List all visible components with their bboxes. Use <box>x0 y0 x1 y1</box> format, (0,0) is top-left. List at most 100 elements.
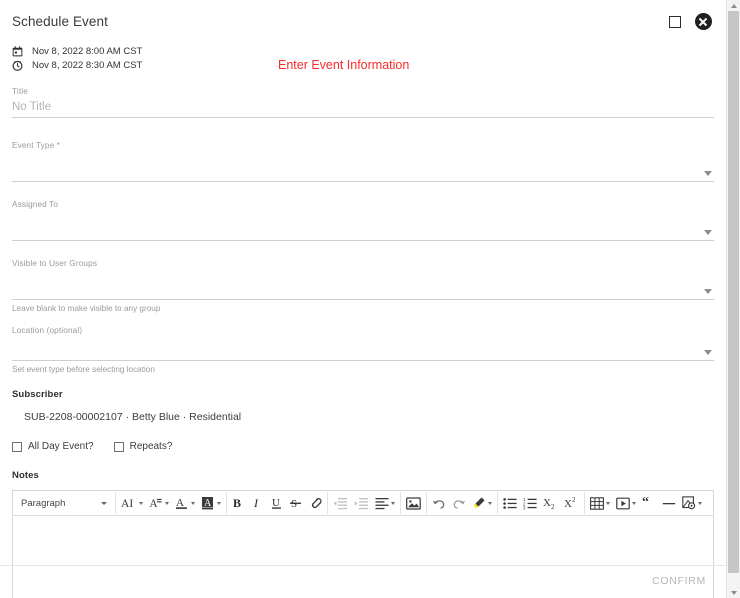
chevron-down-icon <box>632 501 636 505</box>
svg-text:S: S <box>291 498 297 510</box>
bold-icon[interactable]: B <box>229 492 248 514</box>
paragraph-style-select[interactable]: Paragraph <box>15 492 113 514</box>
numbered-list-icon[interactable]: 1 2 3 <box>520 492 540 514</box>
align-icon[interactable] <box>372 492 398 514</box>
chevron-down-icon <box>165 501 169 505</box>
instruction-banner: Enter Event Information <box>278 58 410 72</box>
chevron-down-icon <box>606 501 610 505</box>
event-type-select[interactable] <box>12 151 714 182</box>
redo-icon[interactable] <box>449 492 469 514</box>
template-icon[interactable] <box>679 492 705 514</box>
outdent-icon[interactable] <box>330 492 351 514</box>
all-day-event-checkbox[interactable]: All Day Event? <box>12 441 94 452</box>
subscript-icon[interactable]: X 2 <box>540 492 561 514</box>
font-family-icon[interactable]: A <box>146 492 172 514</box>
svg-text:I: I <box>253 496 259 510</box>
toolbar-divider <box>426 492 427 514</box>
dialog-header: Schedule Event <box>0 0 726 36</box>
toolbar-divider <box>400 492 401 514</box>
title-label: Title <box>12 87 28 96</box>
chevron-down-icon <box>139 501 143 505</box>
clock-icon <box>12 60 23 71</box>
editor-toolbar: Paragraph AI A A A B I U S 1 2 3 X 2 X 2… <box>13 491 713 516</box>
confirm-button[interactable]: CONFIRM <box>646 574 712 588</box>
header-actions <box>669 13 712 30</box>
media-icon[interactable] <box>613 492 639 514</box>
highlight-icon[interactable] <box>469 492 495 514</box>
paragraph-style-value: Paragraph <box>21 497 66 509</box>
horizontal-rule-icon[interactable] <box>659 492 679 514</box>
toolbar-divider <box>327 492 328 514</box>
location-helper: Set event type before selecting location <box>12 365 155 374</box>
visible-groups-select[interactable] <box>12 269 714 300</box>
chevron-down-icon[interactable] <box>704 350 712 355</box>
chevron-down-icon[interactable] <box>704 230 712 235</box>
event-form: Title Event Type * Assigned To Visible t… <box>0 68 726 598</box>
subscriber-label: Subscriber <box>12 389 63 400</box>
checkbox-box-icon[interactable] <box>113 441 124 452</box>
checkbox-box-icon[interactable] <box>12 441 22 452</box>
dialog-title: Schedule Event <box>12 14 108 29</box>
indent-icon[interactable] <box>351 492 372 514</box>
toolbar-divider <box>584 492 585 514</box>
link-icon[interactable] <box>305 492 325 514</box>
background-color-icon[interactable]: A <box>198 492 224 514</box>
start-datetime-row: Nov 8, 2022 8:00 AM CST <box>12 46 142 57</box>
subscriber-value: SUB-2208-00002107 · Betty Blue · Residen… <box>24 411 242 423</box>
toolbar-divider <box>115 492 116 514</box>
chevron-down-icon[interactable] <box>704 289 712 294</box>
dialog-footer: CONFIRM <box>0 565 726 598</box>
svg-text:A: A <box>204 498 212 509</box>
scroll-down-arrow-icon[interactable] <box>727 587 740 598</box>
event-datetime-block: Nov 8, 2022 8:00 AM CST Nov 8, 2022 8:30… <box>0 38 726 72</box>
blockquote-icon[interactable]: “ <box>639 492 659 514</box>
svg-text:2: 2 <box>551 503 555 510</box>
title-input[interactable] <box>12 99 714 118</box>
bullet-list-icon[interactable] <box>500 492 520 514</box>
assigned-to-field-group: Assigned To <box>12 199 714 241</box>
font-size-icon[interactable]: AI <box>118 492 146 514</box>
toolbar-divider <box>497 492 498 514</box>
svg-text:X: X <box>543 497 551 509</box>
location-field-group: Location (optional) Set event type befor… <box>12 325 714 375</box>
notes-label: Notes <box>12 470 39 481</box>
svg-text:AI: AI <box>121 498 133 510</box>
svg-text:A: A <box>150 498 158 510</box>
table-icon[interactable] <box>587 492 613 514</box>
chevron-down-icon <box>698 501 702 505</box>
text-color-icon[interactable]: A <box>172 492 198 514</box>
assigned-to-select[interactable] <box>12 210 714 241</box>
image-icon[interactable] <box>403 492 424 514</box>
svg-text:U: U <box>272 497 280 509</box>
all-day-event-label: All Day Event? <box>28 441 94 452</box>
event-type-field-group: Event Type * <box>12 140 714 182</box>
start-datetime-text: Nov 8, 2022 8:00 AM CST <box>32 46 143 57</box>
location-select[interactable] <box>12 336 714 361</box>
scroll-up-arrow-icon[interactable] <box>727 0 740 11</box>
chevron-down-icon <box>391 501 395 505</box>
chevron-down-icon <box>488 501 492 505</box>
strikethrough-icon[interactable]: S <box>286 492 305 514</box>
superscript-icon[interactable]: X 2 <box>561 492 582 514</box>
underline-icon[interactable]: U <box>267 492 286 514</box>
chevron-down-icon[interactable] <box>704 171 712 176</box>
close-icon[interactable] <box>695 13 712 30</box>
scrollbar-thumb[interactable] <box>728 11 739 573</box>
repeats-label: Repeats? <box>129 441 173 452</box>
italic-icon[interactable]: I <box>248 492 267 514</box>
visible-groups-helper: Leave blank to make visible to any group <box>12 304 161 313</box>
assigned-to-label: Assigned To <box>12 200 59 209</box>
chevron-down-icon <box>101 501 107 505</box>
toolbar-divider <box>226 492 227 514</box>
end-datetime-row: Nov 8, 2022 8:30 AM CST <box>12 60 142 71</box>
chevron-down-icon <box>217 501 221 505</box>
repeats-checkbox[interactable]: Repeats? <box>113 441 173 452</box>
event-options-row: All Day Event? Repeats? <box>12 441 714 452</box>
subscriber-block: Subscriber SUB-2208-00002107 · Betty Blu… <box>12 389 714 423</box>
undo-icon[interactable] <box>429 492 449 514</box>
svg-text:X: X <box>564 498 572 510</box>
maximize-icon[interactable] <box>669 15 681 28</box>
visible-groups-label: Visible to User Groups <box>12 259 98 268</box>
calendar-icon <box>12 46 23 57</box>
page-scrollbar[interactable] <box>726 0 740 598</box>
